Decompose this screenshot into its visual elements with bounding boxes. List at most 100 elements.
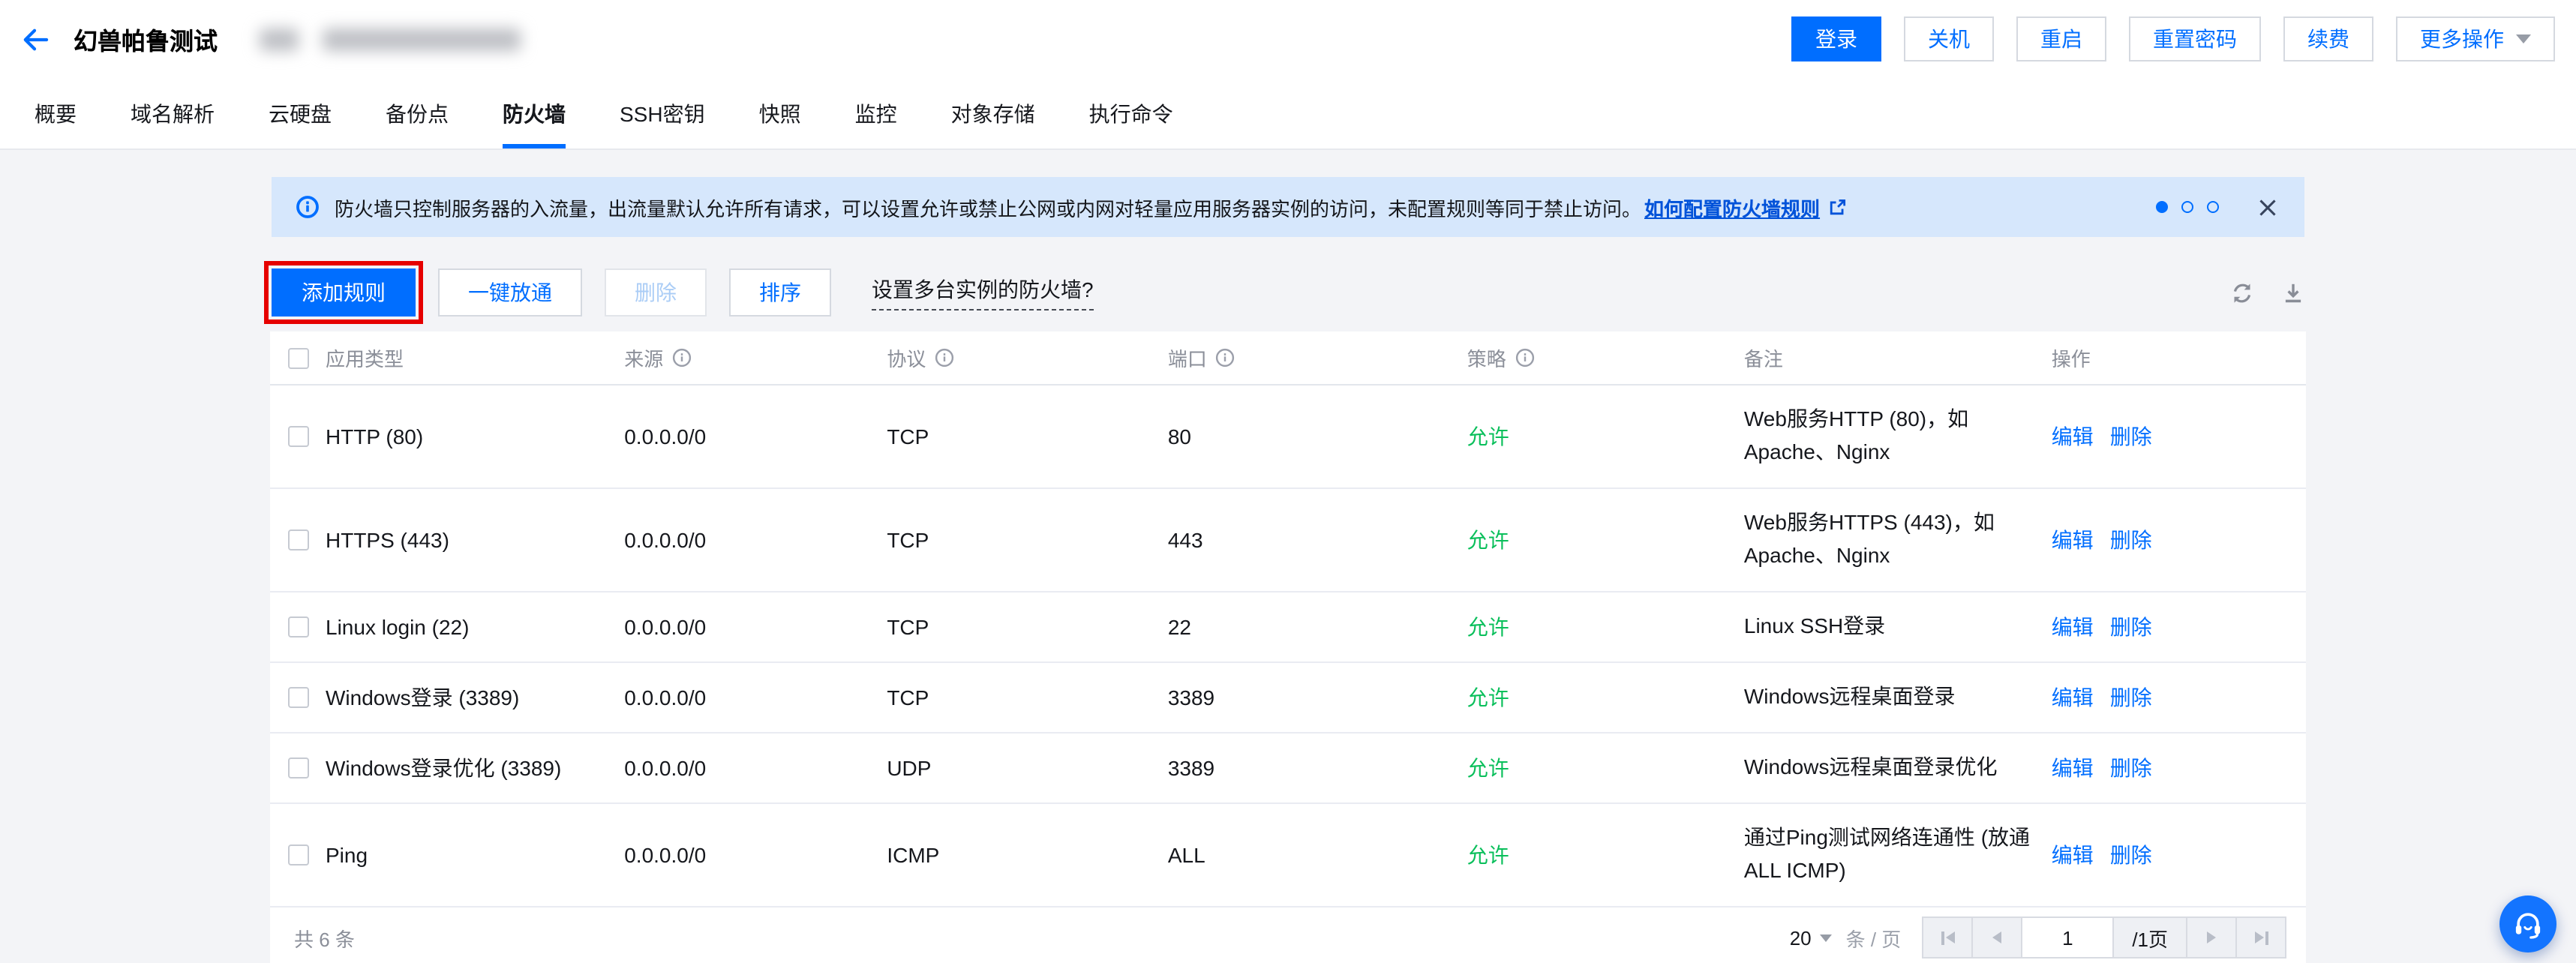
tab-monitor[interactable]: 监控 bbox=[855, 78, 897, 148]
download-icon[interactable] bbox=[2282, 281, 2304, 304]
tab-firewall[interactable]: 防火墙 bbox=[503, 78, 566, 148]
rule-policy: 允许 bbox=[1467, 753, 1744, 783]
table-row: Windows登录优化 (3389) 0.0.0.0/0 UDP 3389 允许… bbox=[270, 734, 2306, 804]
row-checkbox[interactable] bbox=[288, 616, 309, 638]
tab-object-storage[interactable]: 对象存储 bbox=[951, 78, 1035, 148]
delete-link[interactable]: 删除 bbox=[2110, 528, 2152, 552]
renew-button[interactable]: 续费 bbox=[2283, 16, 2373, 62]
table-row: Ping 0.0.0.0/0 ICMP ALL 允许 通过Ping测试网络连通性… bbox=[270, 804, 2306, 908]
row-checkbox[interactable] bbox=[288, 758, 309, 778]
edit-link[interactable]: 编辑 bbox=[2052, 615, 2094, 639]
page-size-unit: 条 / 页 bbox=[1846, 923, 1902, 952]
rule-protocol: TCP bbox=[887, 686, 1168, 710]
row-checkbox[interactable] bbox=[288, 530, 309, 550]
col-policy: 策略 bbox=[1467, 344, 1506, 372]
delete-link[interactable]: 删除 bbox=[2110, 686, 2152, 710]
rule-remark: 通过Ping测试网络连通性 (放通 ALL ICMP) bbox=[1744, 823, 2052, 888]
back-button[interactable] bbox=[21, 26, 50, 52]
edit-link[interactable]: 编辑 bbox=[2052, 756, 2094, 780]
rule-protocol: TCP bbox=[887, 528, 1168, 552]
add-rule-button[interactable]: 添加规则 bbox=[272, 268, 416, 316]
shutdown-button[interactable]: 关机 bbox=[1904, 16, 1994, 62]
last-page-button[interactable] bbox=[2235, 916, 2286, 958]
sort-button[interactable]: 排序 bbox=[729, 268, 831, 316]
tab-snapshot[interactable]: 快照 bbox=[759, 78, 801, 148]
page-size-select[interactable]: 20 条 / 页 bbox=[1790, 923, 1902, 952]
chevron-down-icon bbox=[2516, 34, 2531, 44]
delete-button[interactable]: 删除 bbox=[605, 268, 707, 316]
chevron-down-icon bbox=[1821, 934, 1833, 942]
rule-source: 0.0.0.0/0 bbox=[624, 843, 887, 867]
redacted-instance-info bbox=[323, 28, 521, 50]
rule-app-type: HTTP (80) bbox=[326, 424, 423, 448]
prev-page-icon bbox=[1992, 932, 2001, 944]
carousel-dot-2[interactable] bbox=[2181, 201, 2193, 213]
select-all-checkbox[interactable] bbox=[288, 347, 309, 368]
carousel-dot-3[interactable] bbox=[2207, 201, 2219, 213]
multi-instance-firewall-link[interactable]: 设置多台实例的防火墙? bbox=[872, 274, 1094, 310]
rule-remark: Web服务HTTPS (443)，如Apache、Nginx bbox=[1744, 508, 2052, 573]
rule-protocol: ICMP bbox=[887, 843, 1168, 867]
reset-password-button[interactable]: 重置密码 bbox=[2129, 16, 2261, 62]
row-checkbox[interactable] bbox=[288, 844, 309, 866]
rule-port: 80 bbox=[1168, 424, 1467, 448]
col-source: 来源 bbox=[624, 344, 663, 372]
col-app-type: 应用类型 bbox=[326, 344, 404, 372]
close-icon bbox=[2258, 197, 2277, 217]
rule-port: 3389 bbox=[1168, 686, 1467, 710]
carousel-dot-1[interactable] bbox=[2156, 201, 2168, 213]
row-checkbox[interactable] bbox=[288, 687, 309, 708]
info-icon[interactable] bbox=[935, 348, 954, 368]
next-page-button[interactable] bbox=[2186, 916, 2237, 958]
tab-run-command[interactable]: 执行命令 bbox=[1089, 78, 1173, 148]
first-page-icon bbox=[1945, 932, 1954, 944]
rule-port: 443 bbox=[1168, 528, 1467, 552]
delete-link[interactable]: 删除 bbox=[2110, 756, 2152, 780]
redacted-instance-info bbox=[260, 28, 299, 50]
tab-cloud-disk[interactable]: 云硬盘 bbox=[269, 78, 332, 148]
edit-link[interactable]: 编辑 bbox=[2052, 843, 2094, 867]
rule-source: 0.0.0.0/0 bbox=[624, 756, 887, 780]
firewall-docs-link[interactable]: 如何配置防火墙规则 bbox=[1644, 193, 1820, 221]
tab-ssh-key[interactable]: SSH密钥 bbox=[620, 78, 705, 148]
info-icon[interactable] bbox=[672, 348, 692, 368]
prev-page-button[interactable] bbox=[1971, 916, 2022, 958]
allow-all-button[interactable]: 一键放通 bbox=[438, 268, 582, 316]
delete-link[interactable]: 删除 bbox=[2110, 615, 2152, 639]
login-button[interactable]: 登录 bbox=[1791, 16, 1881, 62]
lighthouse-firewall-page: 幻兽帕鲁测试 登录 关机 重启 重置密码 续费 更多操作 概要 域名解析 云硬盘… bbox=[0, 0, 2576, 963]
tab-backup-point[interactable]: 备份点 bbox=[386, 78, 449, 148]
edit-link[interactable]: 编辑 bbox=[2052, 424, 2094, 448]
pagination-controls: 1 /1页 bbox=[1923, 916, 2286, 958]
tab-overview[interactable]: 概要 bbox=[35, 78, 77, 148]
banner-text: 防火墙只控制服务器的入流量，出流量默认允许所有请求，可以设置允许或禁止公网或内网… bbox=[335, 193, 1641, 221]
tab-dns[interactable]: 域名解析 bbox=[131, 78, 215, 148]
restart-button[interactable]: 重启 bbox=[2016, 16, 2106, 62]
banner-close-button[interactable] bbox=[2258, 197, 2277, 217]
rule-policy: 允许 bbox=[1467, 525, 1744, 555]
refresh-icon[interactable] bbox=[2231, 281, 2253, 304]
delete-link[interactable]: 删除 bbox=[2110, 424, 2152, 448]
rule-port: 22 bbox=[1168, 615, 1467, 639]
rule-remark: Windows远程桌面登录优化 bbox=[1744, 752, 2052, 784]
info-icon[interactable] bbox=[1216, 348, 1235, 368]
firewall-info-banner: 防火墙只控制服务器的入流量，出流量默认允许所有请求，可以设置允许或禁止公网或内网… bbox=[272, 177, 2304, 237]
first-page-button[interactable] bbox=[1922, 916, 1973, 958]
edit-link[interactable]: 编辑 bbox=[2052, 528, 2094, 552]
external-link-icon[interactable] bbox=[1827, 197, 1847, 217]
delete-link[interactable]: 删除 bbox=[2110, 843, 2152, 867]
col-port: 端口 bbox=[1168, 344, 1207, 372]
rule-source: 0.0.0.0/0 bbox=[624, 686, 887, 710]
rule-source: 0.0.0.0/0 bbox=[624, 424, 887, 448]
page-title: 幻兽帕鲁测试 bbox=[74, 21, 218, 57]
info-icon[interactable] bbox=[1515, 348, 1535, 368]
edit-link[interactable]: 编辑 bbox=[2052, 686, 2094, 710]
toolbar-icons bbox=[2231, 281, 2304, 304]
more-actions-button[interactable]: 更多操作 bbox=[2396, 16, 2555, 62]
customer-service-button[interactable] bbox=[2499, 896, 2556, 952]
row-checkbox[interactable] bbox=[288, 426, 309, 447]
info-icon bbox=[296, 195, 320, 219]
rule-policy: 允许 bbox=[1467, 612, 1744, 642]
rule-policy: 允许 bbox=[1467, 682, 1744, 712]
current-page-input[interactable]: 1 bbox=[2021, 916, 2114, 958]
